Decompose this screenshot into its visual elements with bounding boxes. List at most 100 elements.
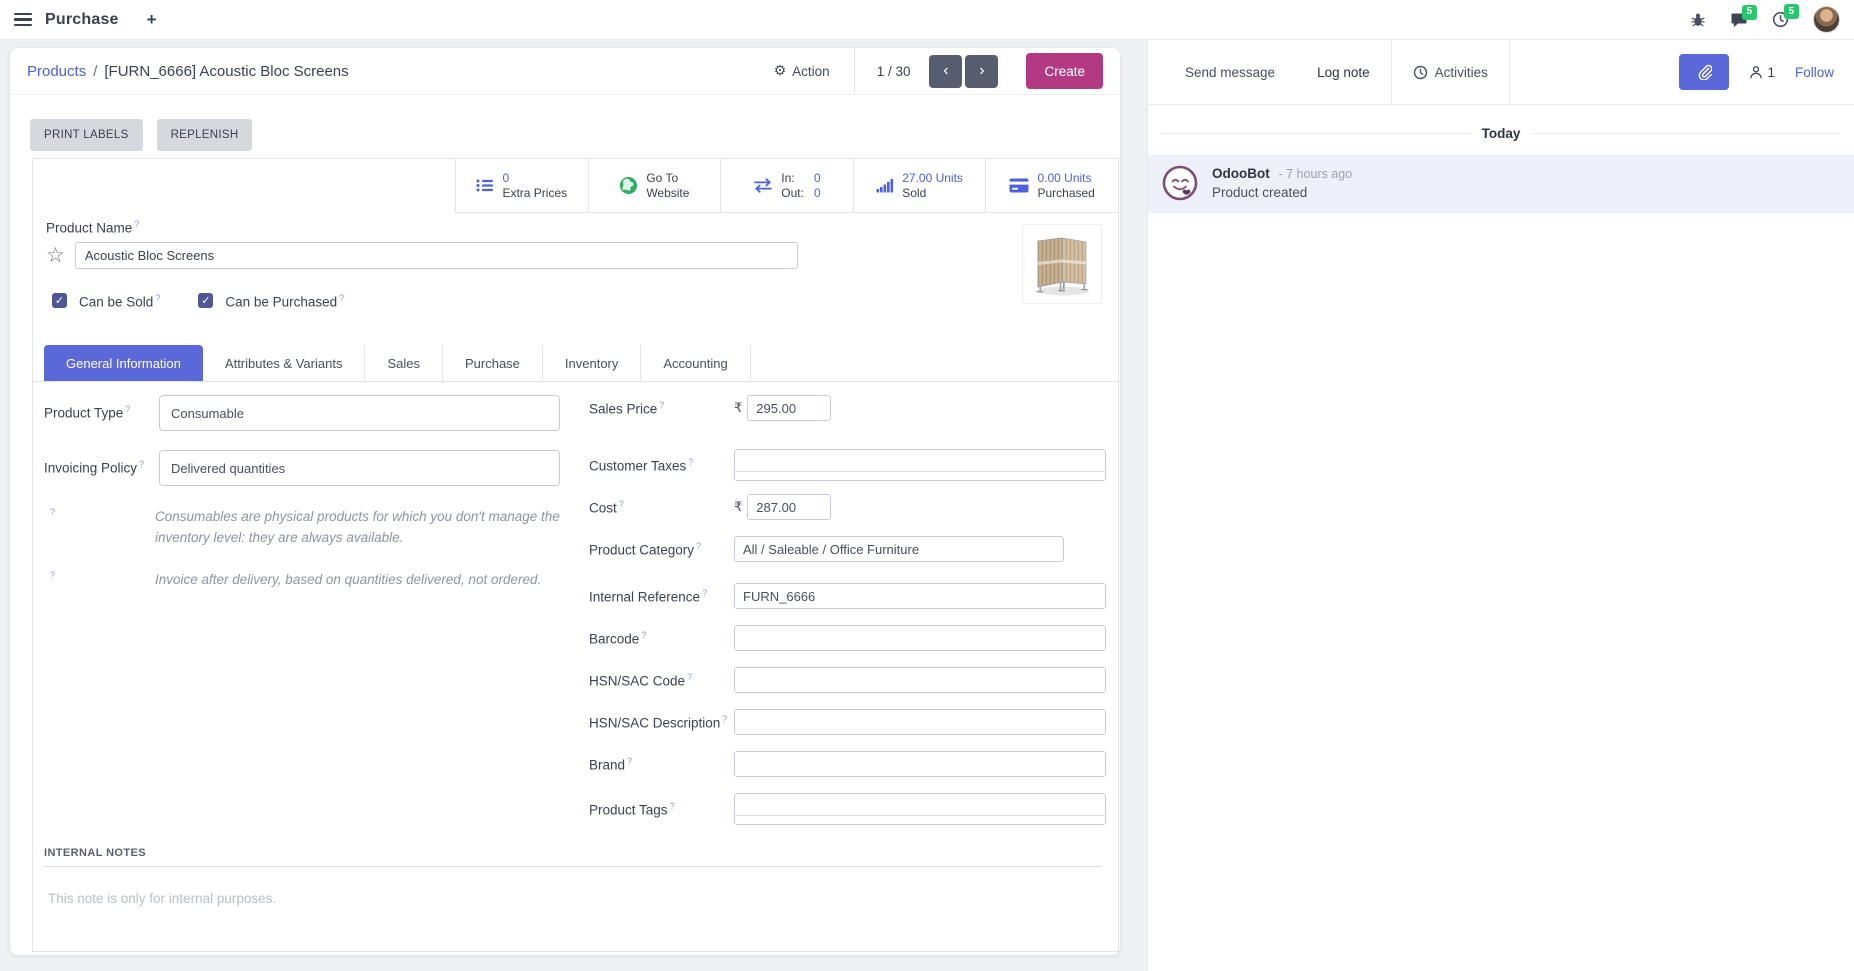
tab-inventory[interactable]: Inventory: [543, 345, 641, 382]
tab-attributes-variants[interactable]: Attributes & Variants: [203, 345, 366, 382]
follow-button[interactable]: Follow: [1795, 65, 1834, 80]
globe-icon: [619, 176, 638, 195]
stat-button-strip: 0 Extra Prices Go To Website In: 0: [455, 159, 1118, 213]
help-marker[interactable]: ?: [659, 400, 664, 410]
extra-prices-label: Extra Prices: [502, 186, 567, 201]
stat-button-in-out[interactable]: In: 0 Out: 0: [720, 159, 853, 212]
pager-next-button[interactable]: ›: [965, 55, 998, 88]
product-category-label: Product Category?: [589, 541, 734, 558]
cost-label: Cost?: [589, 499, 734, 516]
debug-bug-icon[interactable]: [1690, 12, 1706, 28]
paperclip-icon: [1696, 64, 1712, 80]
app-title[interactable]: Purchase: [45, 11, 119, 29]
followers-button[interactable]: 1: [1749, 65, 1775, 80]
sales-price-input[interactable]: [747, 395, 831, 421]
create-button[interactable]: Create: [1026, 53, 1103, 89]
extra-prices-value: 0: [502, 171, 567, 186]
customer-taxes-input[interactable]: [734, 449, 1106, 481]
breadcrumb: Products / [FURN_6666] Acoustic Bloc Scr…: [27, 63, 349, 80]
help-marker[interactable]: ?: [702, 588, 707, 598]
hsn-sac-description-input[interactable]: [734, 709, 1106, 735]
units-sold-value: 27.00 Units: [902, 171, 963, 186]
form-right-column: Sales Price? ₹ Customer Taxes? Cost? ₹: [589, 395, 1119, 841]
product-image[interactable]: [1022, 224, 1102, 304]
stat-button-go-to-website[interactable]: Go To Website: [588, 159, 721, 212]
messages-icon[interactable]: 5: [1730, 12, 1748, 28]
action-menu-button[interactable]: ⚙ Action: [774, 63, 830, 79]
chatter-message[interactable]: OdooBot - 7 hours ago Product created: [1148, 155, 1854, 213]
message-author[interactable]: OdooBot: [1212, 166, 1270, 181]
user-avatar[interactable]: [1813, 6, 1840, 33]
activities-clock-icon[interactable]: 5: [1772, 11, 1789, 28]
control-panel: Products / [FURN_6666] Acoustic Bloc Scr…: [10, 48, 1120, 95]
can-be-purchased-checkbox[interactable]: ✓: [198, 293, 213, 308]
favorite-star-icon[interactable]: ☆: [46, 243, 65, 267]
product-tags-label: Product Tags?: [589, 793, 734, 818]
odoobot-avatar: [1162, 165, 1198, 201]
internal-reference-label: Internal Reference?: [589, 588, 734, 605]
help-marker[interactable]: ?: [687, 672, 692, 682]
log-note-button[interactable]: Log note: [1296, 40, 1392, 104]
apps-menu-icon[interactable]: [14, 10, 32, 29]
brand-input[interactable]: [734, 751, 1106, 777]
chatter-toolbar: Send message Log note Activities 1 Follo…: [1148, 40, 1854, 105]
internal-notes-editor[interactable]: This note is only for internal purposes.: [48, 891, 1102, 906]
attach-files-button[interactable]: [1679, 54, 1729, 90]
can-be-sold-checkbox[interactable]: ✓: [52, 293, 67, 308]
product-category-input[interactable]: [734, 536, 1064, 562]
help-marker[interactable]: ?: [696, 541, 701, 551]
product-tags-input[interactable]: [734, 793, 1106, 825]
breadcrumb-products-link[interactable]: Products: [27, 63, 86, 80]
notebook-tabs: General Information Attributes & Variant…: [44, 345, 751, 382]
pager-previous-button[interactable]: ‹: [929, 55, 962, 88]
page: Purchase + 5 5 Products / [FURN_6666] Ac…: [0, 0, 1854, 971]
stat-button-extra-prices[interactable]: 0 Extra Prices: [455, 159, 588, 212]
help-marker[interactable]: ?: [155, 293, 160, 303]
out-label: Out:: [781, 186, 804, 201]
invoicing-policy-label: Invoicing Policy?: [44, 450, 159, 486]
help-marker[interactable]: ?: [670, 801, 675, 811]
help-marker[interactable]: ?: [125, 404, 130, 414]
stat-button-units-purchased[interactable]: 0.00 Units Purchased: [985, 159, 1118, 212]
tab-accounting[interactable]: Accounting: [641, 345, 750, 382]
help-marker[interactable]: ?: [139, 459, 144, 469]
product-type-select[interactable]: [159, 395, 560, 431]
cost-input[interactable]: [747, 494, 831, 520]
tab-general-information[interactable]: General Information: [44, 345, 203, 382]
units-purchased-label: Purchased: [1037, 186, 1094, 201]
replenish-button[interactable]: REPLENISH: [157, 119, 253, 151]
help-marker[interactable]: ?: [339, 293, 344, 303]
help-marker[interactable]: ?: [688, 457, 693, 467]
help-marker[interactable]: ?: [641, 630, 646, 640]
sale-purchase-options: ✓ Can be Sold? ✓ Can be Purchased?: [52, 293, 798, 310]
activities-badge: 5: [1784, 4, 1799, 19]
internal-notes-section: INTERNAL NOTES This note is only for int…: [44, 847, 1102, 906]
tab-purchase[interactable]: Purchase: [443, 345, 543, 382]
go-to-label: Go To: [646, 171, 689, 186]
invoicing-help-text: Invoice after delivery, based on quantit…: [155, 570, 560, 591]
new-tab-button[interactable]: +: [147, 10, 157, 30]
print-labels-button[interactable]: PRINT LABELS: [30, 119, 143, 151]
help-marker[interactable]: ?: [619, 499, 624, 509]
divider: [854, 48, 855, 94]
follower-person-icon: [1749, 65, 1763, 79]
activity-clock-icon: [1413, 65, 1428, 80]
help-marker[interactable]: ?: [50, 507, 55, 517]
hsn-sac-code-input[interactable]: [734, 667, 1106, 693]
internal-reference-input[interactable]: [734, 583, 1106, 609]
stat-button-units-sold[interactable]: 27.00 Units Sold: [853, 159, 986, 212]
help-marker[interactable]: ?: [722, 714, 727, 724]
schedule-activity-button[interactable]: Activities: [1392, 40, 1510, 104]
product-name-input[interactable]: [75, 242, 798, 269]
product-name-label: Product Name?: [46, 219, 798, 236]
message-timestamp: - 7 hours ago: [1279, 167, 1353, 181]
help-marker[interactable]: ?: [134, 219, 139, 229]
barcode-input[interactable]: [734, 625, 1106, 651]
invoicing-policy-select[interactable]: [159, 450, 560, 486]
brand-label: Brand?: [589, 756, 734, 773]
tab-sales[interactable]: Sales: [365, 345, 443, 382]
send-message-button[interactable]: Send message: [1164, 40, 1296, 104]
help-marker[interactable]: ?: [50, 570, 55, 580]
out-value: 0: [814, 186, 821, 201]
help-marker[interactable]: ?: [627, 756, 632, 766]
